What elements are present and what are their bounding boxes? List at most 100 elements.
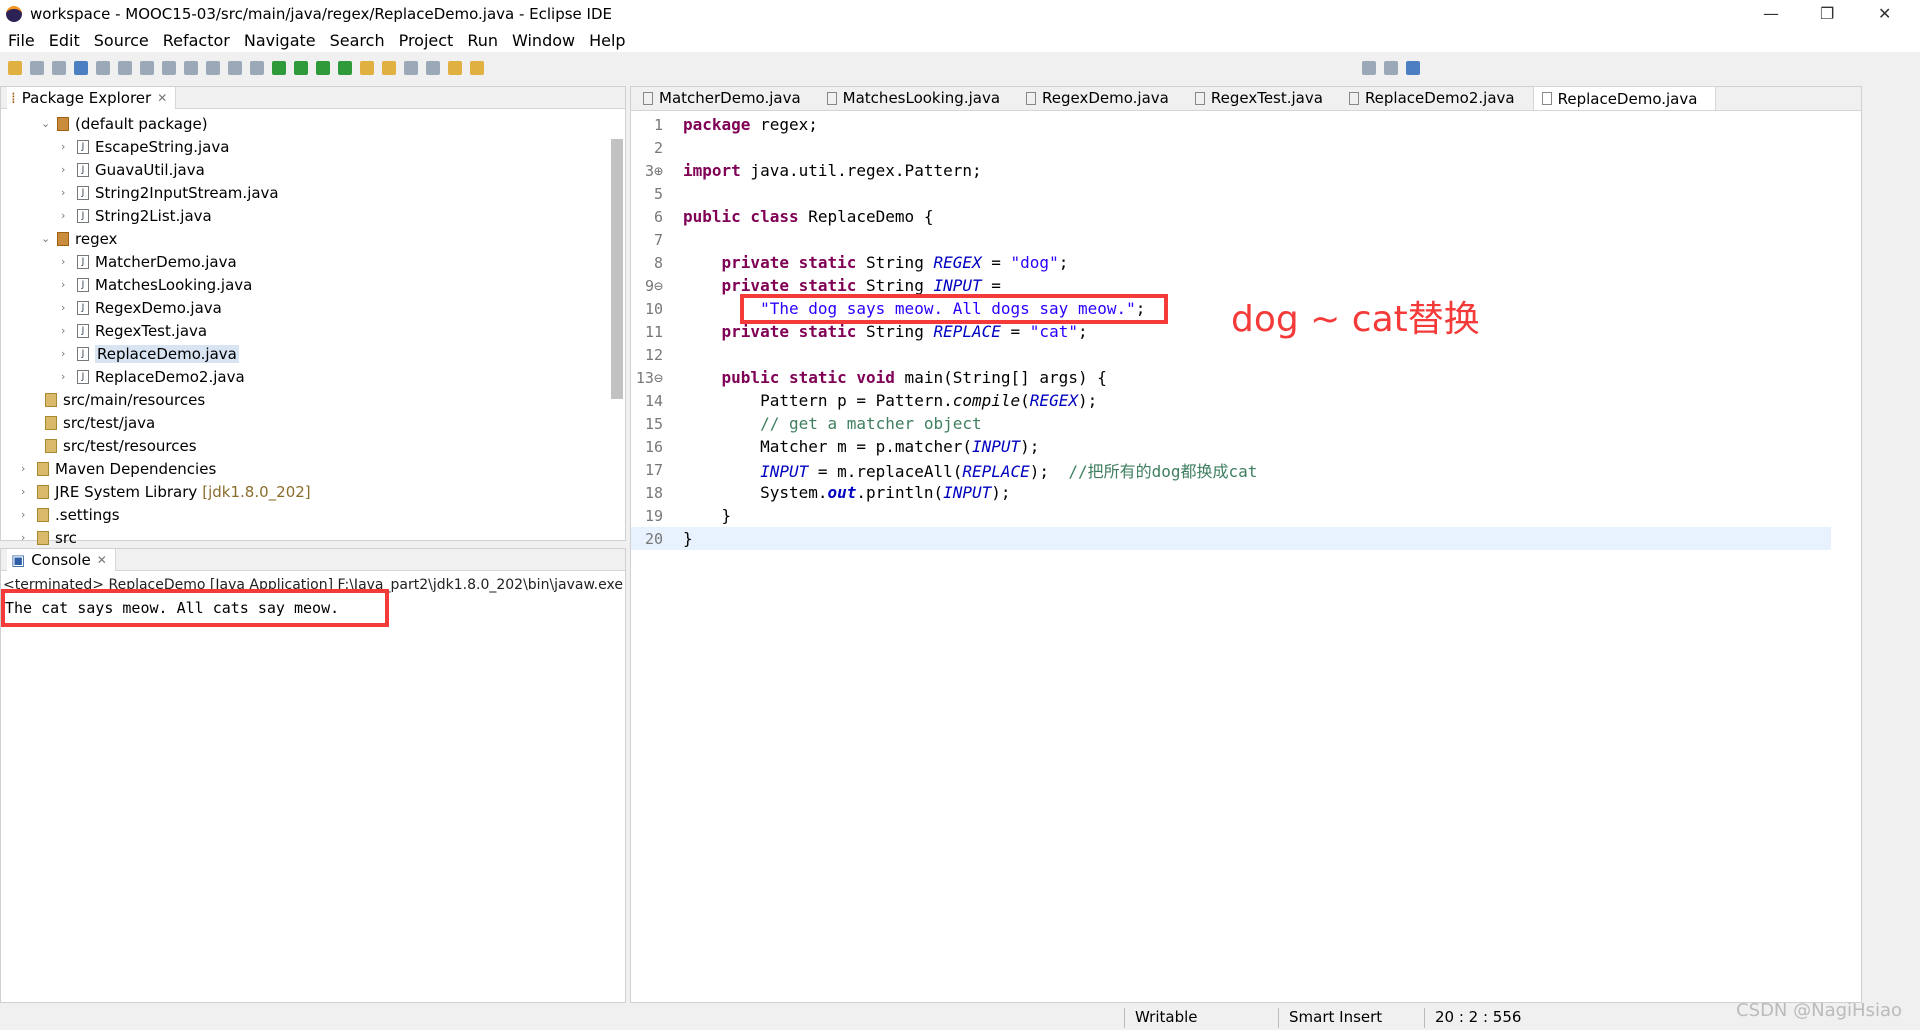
step-over-icon[interactable] [228,61,242,75]
terminal-icon[interactable] [74,61,88,75]
chevron-right-icon[interactable]: › [21,462,35,475]
tree-item[interactable]: ⌄ regex [41,227,117,250]
tree-item[interactable]: › J RegexDemo.java [61,296,222,319]
chevron-right-icon[interactable]: › [61,163,75,176]
chevron-right-icon[interactable]: › [61,301,75,314]
close-view-icon[interactable]: ✕ [157,91,167,105]
menu-refactor[interactable]: Refactor [163,31,230,50]
chevron-down-icon[interactable]: ⌄ [41,232,55,245]
coverage-icon[interactable] [316,61,330,75]
close-button[interactable]: ✕ [1878,4,1891,23]
debug-icon[interactable] [272,61,286,75]
chevron-right-icon[interactable]: › [61,347,75,360]
tree-item-label: RegexDemo.java [95,298,222,317]
close-view-icon[interactable]: ✕ [97,553,107,567]
menu-file[interactable]: File [8,31,35,50]
tree-item[interactable]: › JRE System Library [jdk1.8.0_202] [21,480,311,503]
forward-icon[interactable] [470,61,484,75]
tree-item[interactable]: › J ReplaceDemo2.java [61,365,245,388]
menu-edit[interactable]: Edit [49,31,80,50]
chevron-right-icon[interactable]: › [21,508,35,521]
code-token: = [981,253,1011,272]
tree-item[interactable]: › J String2InputStream.java [61,181,279,204]
annotation-prev-icon[interactable] [426,61,440,75]
skip-breakpoints-icon[interactable] [96,61,110,75]
menu-project[interactable]: Project [399,31,454,50]
chevron-right-icon[interactable]: › [61,140,75,153]
code-token: ReplaceDemo [798,207,924,226]
editor-tab[interactable]: MatchesLooking.java [819,86,1018,110]
menu-run[interactable]: Run [467,31,498,50]
open-perspective-icon[interactable] [1384,61,1398,75]
tree-item[interactable]: › J ReplaceDemo.java [61,342,239,365]
tab-package-explorer[interactable]: ⁞ Package Explorer ✕ [7,86,177,109]
code-token: regex; [750,115,818,134]
tree-item[interactable]: › src [21,526,77,549]
minimize-button[interactable]: — [1763,4,1779,23]
editor-tab[interactable]: ReplaceDemo.java [1532,86,1717,110]
tree-item[interactable]: › J MatchesLooking.java [61,273,252,296]
chevron-right-icon[interactable]: › [61,324,75,337]
editor-tab[interactable]: RegexTest.java [1187,86,1341,110]
editor-tab-label: ReplaceDemo.java [1557,89,1698,108]
tree-item[interactable]: ⌄ (default package) [41,112,208,135]
chevron-right-icon[interactable]: › [61,278,75,291]
editor-tab[interactable]: MatcherDemo.java [635,86,819,110]
console-icon: ▣ [11,550,26,569]
tree-item[interactable]: › J GuavaUtil.java [61,158,205,181]
editor-tab[interactable]: RegexDemo.java [1018,86,1187,110]
tree-item[interactable]: › .settings [21,503,120,526]
resume-icon[interactable] [118,61,132,75]
editor-tab[interactable]: ReplaceDemo2.java [1341,86,1533,110]
menu-source[interactable]: Source [94,31,149,50]
tree-item[interactable]: › Maven Dependencies [21,457,216,480]
save-all-icon[interactable] [52,61,66,75]
suspend-icon[interactable] [140,61,154,75]
step-return-icon[interactable] [250,61,264,75]
menu-help[interactable]: Help [589,31,625,50]
new-icon[interactable] [8,61,22,75]
annotation-next-icon[interactable] [404,61,418,75]
highlight-box [1,589,389,627]
tab-console[interactable]: ▣ Console ✕ [7,548,116,571]
code-editor[interactable]: MatcherDemo.java MatchesLooking.java Regex… [630,86,1862,1003]
code-token: private static [721,322,857,341]
search-icon[interactable] [1362,61,1376,75]
terminate-icon[interactable] [162,61,176,75]
tree-item[interactable]: › J RegexTest.java [61,319,207,342]
back-icon[interactable] [448,61,462,75]
external-tools-icon[interactable] [338,61,352,75]
disconnect-icon[interactable] [184,61,198,75]
step-into-icon[interactable] [206,61,220,75]
tree-item[interactable]: src/main/resources [29,388,205,411]
restore-button[interactable]: ❐ [1820,4,1834,23]
chevron-right-icon[interactable]: › [61,370,75,383]
tree-item[interactable]: › J String2List.java [61,204,212,227]
java-file-icon [1194,91,1205,105]
highlight-box [740,294,1168,324]
tree-item-label: MatchesLooking.java [95,275,253,294]
chevron-down-icon[interactable]: ⌄ [41,117,55,130]
save-icon[interactable] [30,61,44,75]
tree-item[interactable]: › J MatcherDemo.java [61,250,237,273]
tree-scrollbar[interactable] [611,139,623,399]
chevron-right-icon[interactable]: › [21,531,35,544]
chevron-right-icon[interactable]: › [61,209,75,222]
run-icon[interactable] [294,61,308,75]
chevron-right-icon[interactable]: › [61,255,75,268]
tree-item[interactable]: src/test/java [29,411,155,434]
chevron-right-icon[interactable]: › [61,186,75,199]
line-number: 16 [644,437,663,456]
tree-item[interactable]: › J EscapeString.java [61,135,229,158]
menu-window[interactable]: Window [512,31,575,50]
line-number: 19 [644,506,663,525]
open-type-icon[interactable] [360,61,374,75]
search-tool-icon[interactable] [382,61,396,75]
chevron-right-icon[interactable]: › [21,485,35,498]
tree-item[interactable]: src/test/resources [29,434,197,457]
java-perspective-icon[interactable] [1406,61,1420,75]
menu-navigate[interactable]: Navigate [244,31,316,50]
menu-search[interactable]: Search [330,31,385,50]
